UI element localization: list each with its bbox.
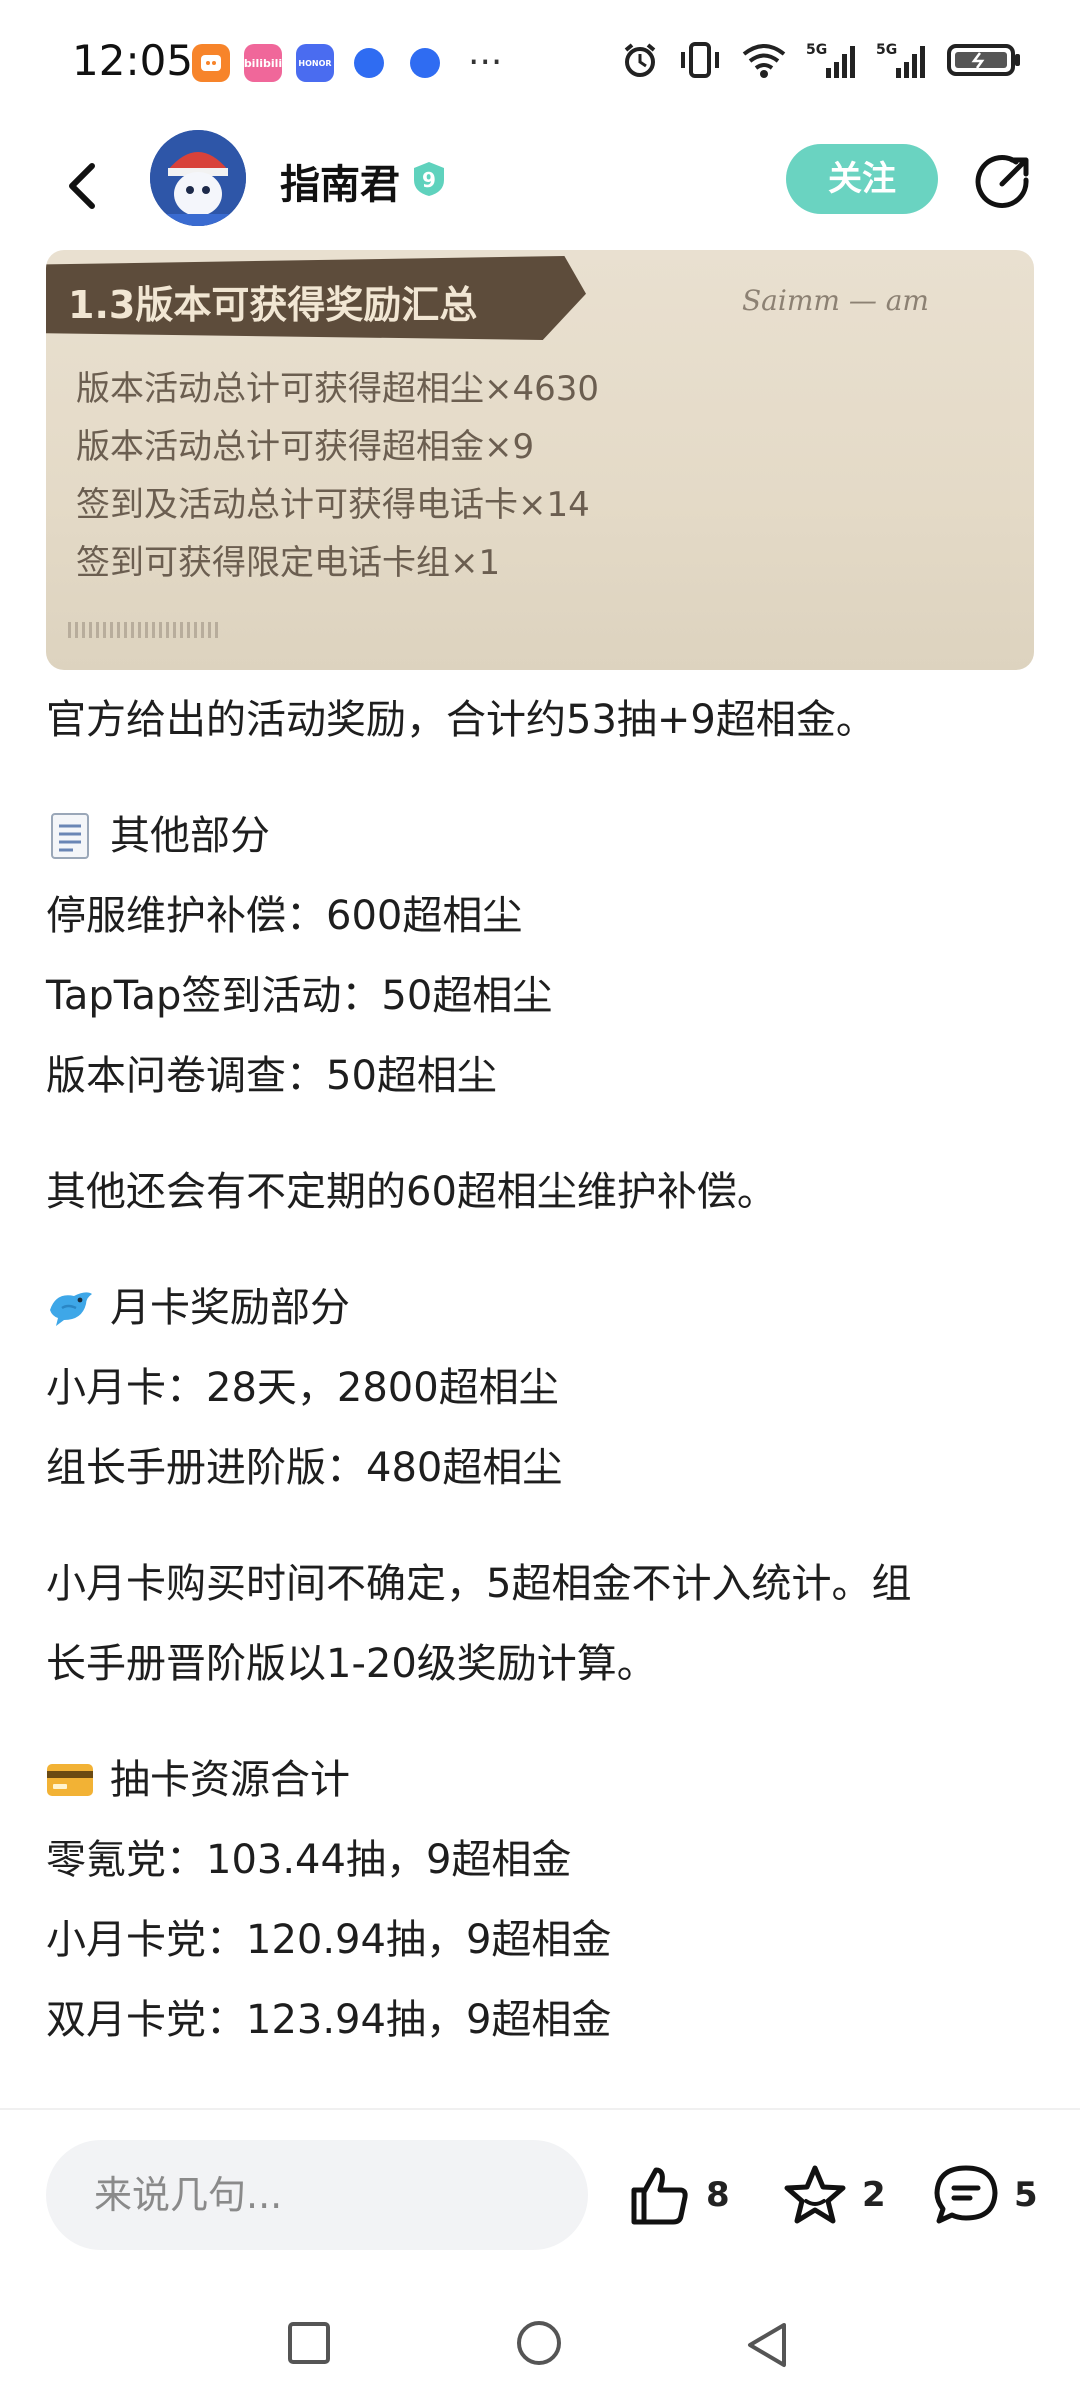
section-title: 月卡奖励部分	[110, 1285, 350, 1331]
section-heading-other: 其他部分	[46, 796, 1036, 876]
like-count: 8	[706, 2175, 730, 2215]
share-button[interactable]	[972, 152, 1034, 214]
thumbs-up-icon	[631, 2167, 688, 2225]
status-bar: 12:05 bilibili HONOR ··· 5G 5G	[0, 0, 1080, 130]
svg-text:5G: 5G	[876, 42, 897, 58]
bilibili-icon-text: bilibili	[243, 56, 283, 70]
bird-icon	[46, 1284, 94, 1332]
level-number: 9	[422, 168, 436, 192]
reward-summary-image[interactable]: 1.3版本可获得奖励汇总 Saimm — am 版本活动总计可获得超相尘×463…	[46, 250, 1034, 670]
banner-signature: Saimm — am	[742, 284, 929, 317]
note-paragraph: 其他还会有不定期的60超相尘维护补偿。	[46, 1169, 777, 1215]
level-shield-icon: 9	[414, 162, 444, 196]
bilibili-icon: bilibili	[244, 44, 282, 82]
note-paragraph: 长手册晋阶版以1-20级奖励计算。	[46, 1641, 657, 1687]
recent-apps-button[interactable]	[286, 2320, 332, 2370]
system-indicators: 5G 5G	[620, 40, 1022, 80]
banner-lines: 版本活动总计可获得超相尘×4630 版本活动总计可获得超相金×9 签到及活动总计…	[76, 360, 599, 592]
section-title: 抽卡资源合计	[110, 1757, 350, 1803]
list-item: 停服维护补偿：600超相尘	[46, 893, 523, 939]
more-notifications-icon: ···	[468, 42, 503, 83]
favorite-button[interactable]: 2	[782, 2162, 886, 2228]
back-button[interactable]	[54, 156, 114, 216]
share-icon	[975, 155, 1029, 208]
signal-5g-icon: 5G	[806, 42, 855, 78]
article-body: 官方给出的活动奖励，合计约53抽+9超相金。 其他部分 停服维护补偿：600超相…	[46, 680, 1036, 2060]
document-icon	[46, 812, 94, 860]
comment-count: 5	[1014, 2175, 1038, 2215]
author-avatar[interactable]	[150, 130, 246, 226]
circle-icon	[517, 2321, 561, 2365]
star-icon	[784, 2165, 846, 2224]
signal-5g-icon-2: 5G	[876, 42, 925, 78]
avatar-image	[150, 130, 246, 226]
favorite-count: 2	[862, 2175, 886, 2215]
comment-input[interactable]: 来说几句...	[46, 2140, 588, 2250]
back-arrow-icon	[69, 163, 95, 209]
list-item: 双月卡党：123.94抽，9超相金	[46, 1997, 612, 2043]
intro-paragraph: 官方给出的活动奖励，合计约53抽+9超相金。	[46, 697, 876, 743]
honor-icon-text: HONOR	[298, 58, 332, 68]
square-icon	[288, 2322, 330, 2364]
list-item: 版本问卷调查：50超相尘	[46, 1053, 497, 1099]
comment-bubble-icon	[934, 2165, 998, 2224]
follow-button[interactable]: 关注	[786, 144, 938, 214]
author-name[interactable]: 指南君	[280, 152, 400, 210]
barcode-decoration	[68, 622, 218, 638]
alarm-icon	[624, 43, 656, 77]
list-item: 小月卡：28天，2800超相尘	[46, 1365, 559, 1411]
home-button[interactable]	[514, 2320, 564, 2374]
section-heading-monthly: 月卡奖励部分	[46, 1268, 1036, 1348]
like-button[interactable]: 8	[626, 2162, 730, 2228]
taobao-icon	[192, 44, 230, 82]
honor-icon: HONOR	[296, 44, 334, 82]
section-heading-total: 抽卡资源合计	[46, 1740, 1036, 1820]
banner-line: 版本活动总计可获得超相金×9	[76, 427, 535, 467]
back-nav-button[interactable]	[744, 2320, 790, 2374]
vibrate-icon	[681, 42, 719, 78]
credit-card-icon	[46, 1756, 94, 1804]
banner-line: 签到可获得限定电话卡组×1	[76, 543, 501, 583]
list-item: 零氪党：103.44抽，9超相金	[46, 1837, 572, 1883]
section-title: 其他部分	[110, 813, 270, 859]
svg-text:5G: 5G	[806, 42, 827, 58]
comment-button[interactable]: 5	[932, 2162, 1038, 2228]
banner-line: 版本活动总计可获得超相尘×4630	[76, 369, 600, 409]
notification-icons: bilibili HONOR ···	[192, 44, 502, 82]
bottom-divider	[0, 2108, 1080, 2110]
list-item: 组长手册进阶版：480超相尘	[46, 1445, 563, 1491]
system-navigation-bar	[0, 2290, 1080, 2398]
blue-dot-icon	[354, 48, 384, 78]
note-paragraph: 小月卡购买时间不确定，5超相金不计入统计。组	[46, 1561, 912, 1607]
triangle-back-icon	[748, 2323, 786, 2367]
banner-title: 1.3版本可获得奖励汇总	[68, 283, 478, 327]
blue-dot-icon	[410, 48, 440, 78]
battery-icon	[947, 44, 1020, 76]
list-item: TapTap签到活动：50超相尘	[46, 973, 553, 1019]
post-header: 指南君 9 关注	[0, 130, 1080, 250]
level-badge: 9	[410, 160, 448, 198]
status-time: 12:05	[72, 36, 194, 85]
list-item: 小月卡党：120.94抽，9超相金	[46, 1917, 612, 1963]
wifi-icon	[742, 44, 786, 78]
banner-line: 签到及活动总计可获得电话卡×14	[76, 485, 590, 525]
